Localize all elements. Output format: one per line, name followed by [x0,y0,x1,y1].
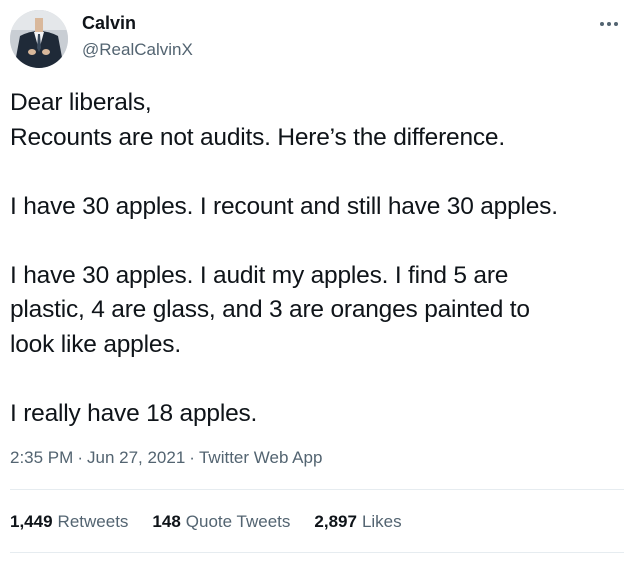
quote-tweets-label: Quote Tweets [185,512,291,531]
tweet-text: Dear liberals, Recounts are not audits. … [10,86,622,431]
tweet-time[interactable]: 2:35 PM [10,448,73,467]
tweet-line: I have 30 apples. I recount and still ha… [10,192,558,220]
tweet-meta: 2:35 PM · Jun 27, 2021 · Twitter Web App [10,448,322,468]
tweet-line: I have 30 apples. I audit my apples. I f… [10,261,509,289]
tweet-line: Recounts are not audits. Here’s the diff… [10,123,505,151]
divider [10,552,624,553]
tweet-line: Dear liberals, [10,89,152,116]
likes-stat[interactable]: 2,897 Likes [314,512,401,532]
retweets-stat[interactable]: 1,449 Retweets [10,512,128,532]
tweet-line: look like apples. [10,330,181,358]
tweet-paragraph: I really have 18 apples. [10,397,622,432]
tweet-paragraph: Dear liberals, Recounts are not audits. … [10,86,622,155]
author-name[interactable]: Calvin [82,13,136,34]
author-handle[interactable]: @RealCalvinX [82,40,193,60]
avatar[interactable] [10,10,68,68]
meta-separator: · [77,448,83,467]
tweet: Calvin @RealCalvinX Dear liberals, Recou… [0,0,632,561]
quote-tweets-count: 148 [152,512,181,531]
tweet-source[interactable]: Twitter Web App [199,448,322,467]
more-horizontal-icon [600,22,604,26]
tweet-paragraph: I have 30 apples. I audit my apples. I f… [10,259,622,363]
likes-count: 2,897 [314,512,357,531]
tweet-stats: 1,449 Retweets 148 Quote Tweets 2,897 Likes [10,512,402,532]
divider [10,489,624,490]
meta-separator: · [189,448,195,467]
tweet-date[interactable]: Jun 27, 2021 [87,448,185,467]
tweet-paragraph: I have 30 apples. I recount and still ha… [10,190,622,225]
tweet-line: I really have 18 apples. [10,399,258,427]
retweets-count: 1,449 [10,512,53,531]
retweets-label: Retweets [57,512,129,531]
quote-tweets-stat[interactable]: 148 Quote Tweets [152,512,290,532]
likes-label: Likes [361,512,402,531]
more-options-button[interactable] [592,14,626,34]
tweet-line: plastic, 4 are glass, and 3 are oranges … [10,296,530,323]
